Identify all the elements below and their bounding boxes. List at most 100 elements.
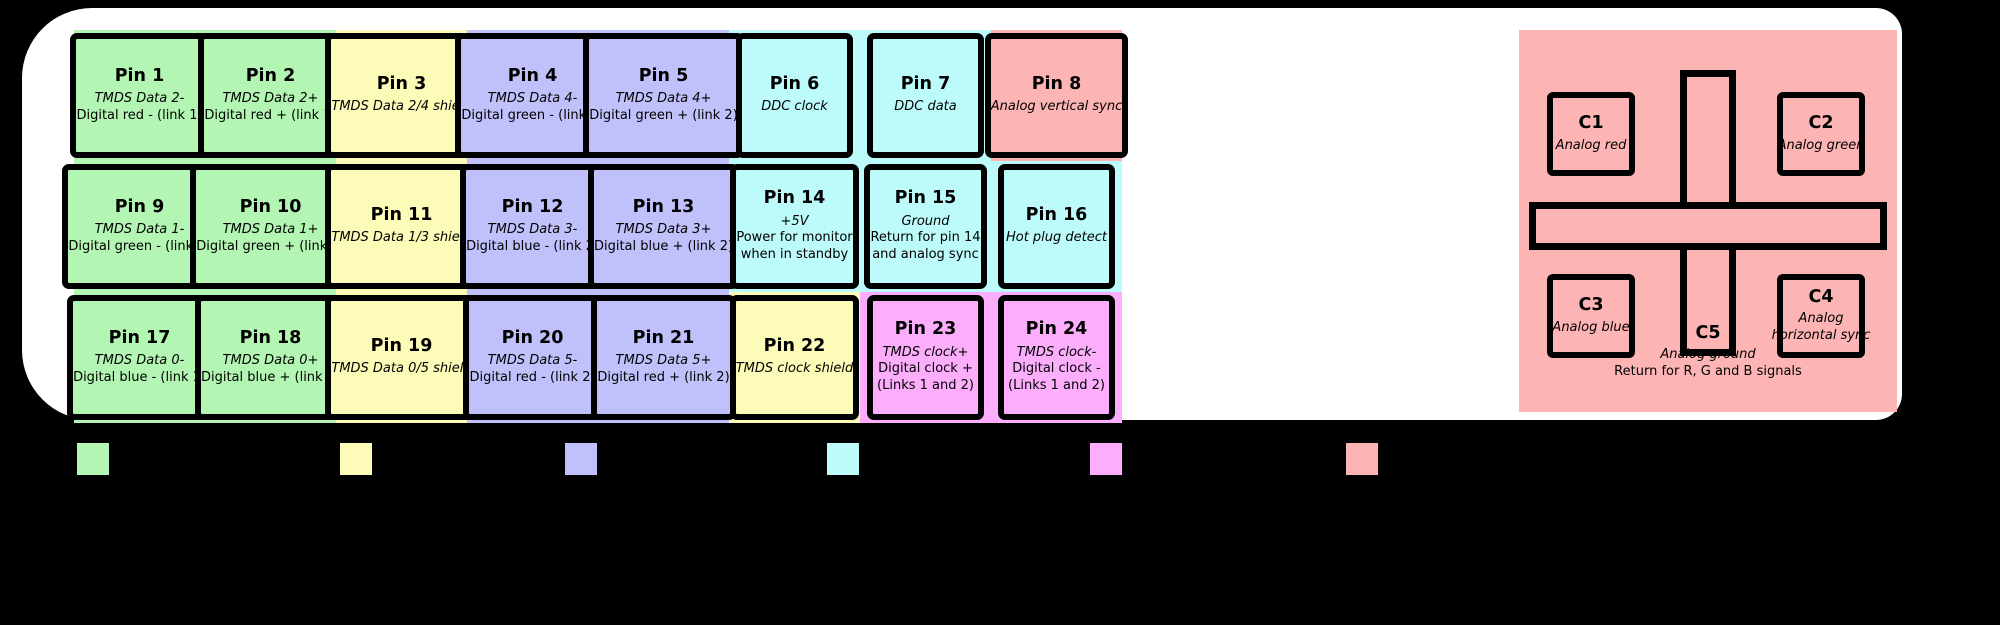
pin-box-c4[interactable]: C4 Analog horizontal sync bbox=[1772, 274, 1870, 358]
pin-box-pin-8[interactable]: Pin 8 Analog vertical sync bbox=[984, 33, 1129, 158]
cross-center-fill bbox=[1687, 209, 1729, 243]
digital-pin-cell[interactable]: Pin 16 Hot plug detect bbox=[991, 161, 1122, 292]
analog-pin-section: C5 Analog ground Return for R, G and B s… bbox=[1519, 30, 1897, 412]
pin-box-pin-23[interactable]: Pin 23 TMDS clock+ Digital clock + (Links 1… bbox=[867, 295, 984, 420]
pin-description-line1: Hot plug detect bbox=[1005, 230, 1108, 246]
pin-c5-line2: Return for R, G and B signals bbox=[1614, 363, 1802, 379]
digital-pin-cell[interactable]: Pin 1 TMDS Data 2- Digital red - (link 1) bbox=[70, 30, 209, 161]
pin-box-pin-19[interactable]: Pin 19 TMDS Data 0/5 shield bbox=[325, 295, 478, 420]
pin-name: Pin 12 bbox=[501, 196, 564, 217]
pin-box-pin-11[interactable]: Pin 11 TMDS Data 1/3 shield bbox=[325, 164, 478, 289]
legend-swatch-yellow bbox=[337, 440, 375, 478]
pin-box-pin-21[interactable]: Pin 21 TMDS Data 5+ Digital red + (link 2) bbox=[591, 295, 736, 420]
digital-pin-cell[interactable]: Pin 17 TMDS Data 0- Digital blue - (link 1… bbox=[67, 292, 212, 423]
digital-pin-cell[interactable]: Pin 3 TMDS Data 2/4 shield bbox=[325, 30, 478, 161]
pin-box-pin-16[interactable]: Pin 16 Hot plug detect bbox=[998, 164, 1115, 289]
pin-description: DDC clock bbox=[761, 99, 828, 116]
pin-name: Pin 10 bbox=[239, 196, 302, 217]
pin-description-line1: TMDS Data 1+ bbox=[222, 222, 319, 237]
pin-box-pin-18[interactable]: Pin 18 TMDS Data 0+ Digital blue + (link 1… bbox=[194, 295, 347, 420]
pin-box-pin-13[interactable]: Pin 13 TMDS Data 3+ Digital blue + (link 2… bbox=[587, 164, 740, 289]
pin-box-pin-14[interactable]: Pin 14 +5V Power for monitor when in standb… bbox=[730, 164, 859, 289]
pin-box-pin-5[interactable]: Pin 5 TMDS Data 4+ Digital green + (link 2… bbox=[583, 33, 744, 158]
pin-name: Pin 11 bbox=[370, 205, 433, 226]
digital-pin-cell[interactable]: Pin 14 +5V Power for monitor when in standb… bbox=[729, 161, 860, 292]
pin-description-line2: Digital blue + (link 1) bbox=[200, 369, 341, 385]
digital-pin-cell[interactable]: Pin 15 Ground Return for pin 14 and analog … bbox=[860, 161, 991, 292]
pin-description-line1: TMDS Data 3+ bbox=[615, 222, 712, 237]
pin-box-pin-17[interactable]: Pin 17 TMDS Data 0- Digital blue - (link 1… bbox=[67, 295, 212, 420]
pin-description-line1: TMDS clock+ bbox=[882, 344, 969, 360]
analog-pin-description: Analog blue bbox=[1552, 320, 1629, 336]
pin-description: DDC data bbox=[894, 99, 957, 116]
pin-box-pin-22[interactable]: Pin 22 TMDS clock shield bbox=[729, 295, 860, 420]
digital-pin-cell[interactable]: Pin 2 TMDS Data 2+ Digital red + (link 1) bbox=[198, 30, 343, 161]
digital-pin-cell[interactable]: Pin 4 TMDS Data 4- Digital green - (link 2… bbox=[455, 30, 610, 161]
digital-pin-cell[interactable]: Pin 20 TMDS Data 5- Digital red - (link 2) bbox=[463, 292, 602, 423]
pin-description: Hot plug detect bbox=[1006, 230, 1107, 247]
pin-description-line2: Digital clock + bbox=[878, 361, 973, 377]
digital-pin-cell[interactable]: Pin 11 TMDS Data 1/3 shield bbox=[325, 161, 478, 292]
digital-pin-cell[interactable]: Pin 24 TMDS clock- Digital clock - (Links 1… bbox=[991, 292, 1122, 423]
digital-pin-cell[interactable]: Pin 19 TMDS Data 0/5 shield bbox=[325, 292, 478, 423]
digital-pin-cell[interactable]: Pin 18 TMDS Data 0+ Digital blue + (link 1… bbox=[194, 292, 347, 423]
pin-box-pin-2[interactable]: Pin 2 TMDS Data 2+ Digital red + (link 1) bbox=[198, 33, 343, 158]
analog-pin-name: C3 bbox=[1578, 295, 1604, 316]
pin-description: TMDS Data 5+ Digital red + (link 2) bbox=[597, 353, 729, 386]
legend-swatch-magenta bbox=[1087, 440, 1125, 478]
pin-box-pin-12[interactable]: Pin 12 TMDS Data 3- Digital blue - (link 2… bbox=[460, 164, 605, 289]
pin-description-line2: Digital red - (link 1) bbox=[76, 107, 203, 123]
legend-swatch-purple bbox=[562, 440, 600, 478]
pin-description: TMDS Data 3- Digital blue - (link 2) bbox=[466, 222, 599, 255]
pin-description-line1: TMDS clock shield bbox=[735, 361, 854, 377]
pin-description-line2: Digital red + (link 2) bbox=[597, 369, 730, 385]
digital-pin-cell[interactable]: Pin 21 TMDS Data 5+ Digital red + (link 2) bbox=[591, 292, 736, 423]
pin-box-c3[interactable]: C3 Analog blue bbox=[1547, 274, 1635, 358]
pin-name: Pin 24 bbox=[1025, 319, 1088, 340]
digital-pin-cell[interactable]: Pin 13 TMDS Data 3+ Digital blue + (link 2… bbox=[587, 161, 740, 292]
analog-pin-name: C4 bbox=[1808, 287, 1834, 308]
pin-description: Ground Return for pin 14 and analog sync bbox=[870, 214, 980, 264]
pin-description: TMDS Data 5- Digital red - (link 2) bbox=[469, 353, 595, 386]
digital-pin-cell[interactable]: Pin 22 TMDS clock shield bbox=[729, 292, 860, 423]
digital-pin-cell[interactable]: Pin 23 TMDS clock+ Digital clock + (Links 1… bbox=[860, 292, 991, 423]
pin-box-c1[interactable]: C1 Analog red bbox=[1547, 92, 1635, 176]
pin-description: TMDS Data 2+ Digital red + (link 1) bbox=[204, 91, 336, 124]
pin-name: Pin 23 bbox=[894, 319, 957, 340]
color-legend bbox=[0, 440, 2000, 500]
pin-description: TMDS clock- Digital clock - (Links 1 and 2… bbox=[1008, 345, 1105, 395]
pin-box-pin-20[interactable]: Pin 20 TMDS Data 5- Digital red - (link 2) bbox=[463, 295, 602, 420]
pin-description-line3: (Links 1 and 2) bbox=[877, 377, 974, 393]
pin-box-pin-24[interactable]: Pin 24 TMDS clock- Digital clock - (Links 1… bbox=[998, 295, 1115, 420]
pin-name: Pin 17 bbox=[108, 327, 171, 348]
pin-description-line1: TMDS Data 2/4 shield bbox=[331, 99, 472, 115]
digital-pin-cell[interactable]: Pin 9 TMDS Data 1- Digital green - (link 1… bbox=[62, 161, 217, 292]
pin-box-c2[interactable]: C2 Analog green bbox=[1777, 92, 1865, 176]
pin-name: Pin 7 bbox=[900, 74, 951, 95]
pin-box-pin-6[interactable]: Pin 6 DDC clock bbox=[736, 33, 853, 158]
pin-description-line1: TMDS Data 5+ bbox=[615, 353, 712, 368]
pin-description: TMDS clock+ Digital clock + (Links 1 and 2… bbox=[877, 345, 974, 395]
digital-pin-cell[interactable]: Pin 6 DDC clock bbox=[729, 30, 860, 161]
pin-description-line2: Digital red - (link 2) bbox=[469, 369, 596, 385]
pin-name: Pin 5 bbox=[638, 65, 689, 86]
pin-description: TMDS Data 0/5 shield bbox=[331, 361, 471, 378]
pin-description-line1: TMDS Data 1/3 shield bbox=[331, 230, 472, 246]
digital-pin-cell[interactable]: Pin 8 Analog vertical sync bbox=[984, 30, 1129, 161]
digital-pin-cell[interactable]: Pin 7 DDC data bbox=[860, 30, 991, 161]
pin-description-line1: +5V bbox=[780, 213, 809, 229]
pin-description: TMDS Data 1/3 shield bbox=[331, 230, 471, 247]
digital-pin-cell[interactable]: Pin 5 TMDS Data 4+ Digital green + (link 2… bbox=[583, 30, 744, 161]
pin-description: TMDS Data 2/4 shield bbox=[331, 99, 471, 116]
legend-swatch-cyan bbox=[824, 440, 862, 478]
digital-pin-grid: Pin 1 TMDS Data 2- Digital red - (link 1) P… bbox=[62, 30, 1129, 423]
pin-description-line2: Digital red + (link 1) bbox=[204, 107, 337, 123]
pin-box-pin-15[interactable]: Pin 15 Ground Return for pin 14 and analog … bbox=[864, 164, 987, 289]
pin-name: Pin 4 bbox=[507, 65, 558, 86]
analog-pin-description-line1: Analog green bbox=[1777, 137, 1865, 153]
pin-box-pin-7[interactable]: Pin 7 DDC data bbox=[867, 33, 984, 158]
pin-description: TMDS Data 0+ Digital blue + (link 1) bbox=[201, 353, 340, 386]
digital-pin-cell[interactable]: Pin 10 TMDS Data 1+ Digital green + (link … bbox=[190, 161, 351, 292]
pin-box-pin-1[interactable]: Pin 1 TMDS Data 2- Digital red - (link 1) bbox=[70, 33, 209, 158]
digital-pin-cell[interactable]: Pin 12 TMDS Data 3- Digital blue - (link 2… bbox=[460, 161, 605, 292]
